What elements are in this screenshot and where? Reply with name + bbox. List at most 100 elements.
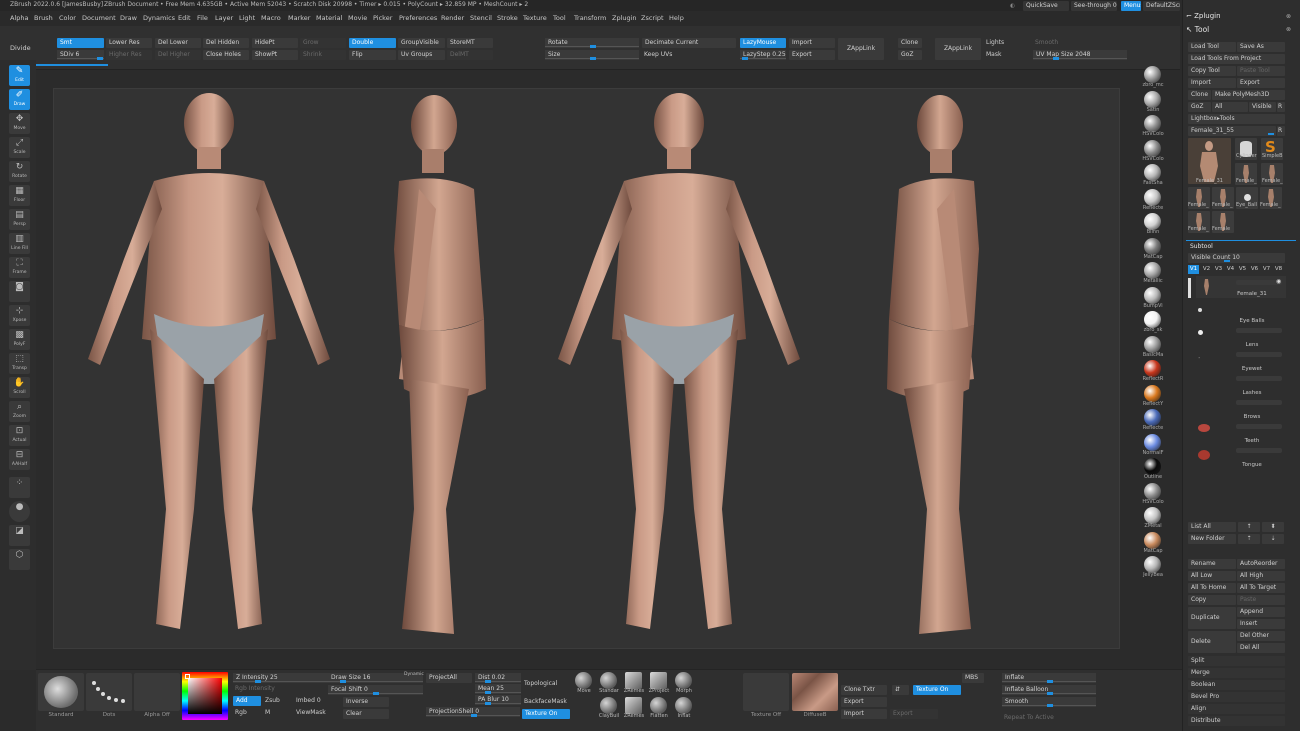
transp-tool[interactable]: ⬚ Transp: [9, 353, 30, 374]
material-basicma-icon[interactable]: [1144, 335, 1161, 353]
brush-swatch[interactable]: [38, 673, 84, 711]
all-low-button[interactable]: All Low: [1188, 571, 1236, 581]
claybuildup-brush-icon[interactable]: [600, 697, 617, 714]
inflate-balloon-knob[interactable]: [1047, 692, 1053, 695]
subtool-item-female[interactable]: ◉ Female_31: [1196, 276, 1286, 298]
material-normalf-icon[interactable]: [1144, 433, 1161, 451]
goz-r-button[interactable]: R: [1277, 102, 1285, 112]
boolean-section[interactable]: Boolean: [1188, 680, 1285, 690]
menu-edit[interactable]: Edit: [178, 14, 191, 22]
projectionshell-knob[interactable]: [471, 714, 477, 717]
version-tab-v4[interactable]: V4: [1225, 265, 1236, 274]
storemt-button[interactable]: StoreMT: [447, 38, 493, 48]
folder-down-icon[interactable]: ⇣: [1262, 534, 1284, 544]
material-bumpvi-icon[interactable]: [1144, 286, 1161, 304]
material-hsvcolo-icon[interactable]: [1144, 115, 1161, 132]
size-slider[interactable]: Size: [545, 50, 639, 60]
polyf-tool[interactable]: ▩ PolyF: [9, 329, 30, 350]
eye-icon[interactable]: ◉: [1276, 278, 1281, 285]
rgb-intensity-slider[interactable]: Rgb Intensity: [235, 684, 275, 694]
viewport-canvas[interactable]: [53, 88, 1120, 649]
pa-blur-knob[interactable]: [485, 702, 491, 705]
arrow-down-icon[interactable]: ⬍: [1262, 522, 1284, 532]
z-intensity-slider[interactable]: Z Intensity 25: [233, 673, 329, 683]
inflate-knob[interactable]: [1047, 680, 1053, 683]
bevel-pro-section[interactable]: Bevel Pro: [1188, 692, 1285, 702]
align-section[interactable]: Align: [1188, 704, 1285, 714]
menu-alpha[interactable]: Alpha: [10, 14, 28, 22]
texture-export-button[interactable]: Export: [841, 697, 887, 707]
lazymouse-toggle[interactable]: LazyMouse: [740, 38, 786, 48]
inflate-slider[interactable]: Inflate: [1002, 673, 1096, 683]
zsub-toggle[interactable]: Zsub: [265, 696, 280, 706]
quicksave-button[interactable]: QuickSave: [1023, 1, 1069, 11]
subtool-item-eyewet[interactable]: ⁃ Eyewet: [1196, 348, 1286, 381]
ghost-tool[interactable]: ◪: [9, 525, 30, 546]
menu-render[interactable]: Render: [441, 14, 464, 22]
visible-count-slider[interactable]: Visible Count 10: [1188, 253, 1285, 263]
rotate-knob[interactable]: [590, 45, 596, 48]
see-through-slider[interactable]: See-through 0: [1071, 1, 1117, 11]
version-tab-v8[interactable]: V8: [1273, 265, 1284, 274]
uv-groups-button[interactable]: Uv Groups: [398, 50, 445, 60]
subtool-item-lens[interactable]: Lens: [1196, 324, 1286, 357]
menu-dynamics[interactable]: Dynamics: [143, 14, 175, 22]
del-all-button[interactable]: Del All: [1237, 643, 1285, 653]
lazystep-knob[interactable]: [742, 57, 748, 60]
all-to-home-button[interactable]: All To Home: [1188, 583, 1236, 593]
material-matcap-icon[interactable]: [1144, 531, 1161, 549]
decimate-current-button[interactable]: Decimate Current: [642, 38, 736, 48]
rotate-slider[interactable]: Rotate: [545, 38, 639, 48]
focal-shift-knob[interactable]: [373, 692, 379, 695]
texture-flip-icon[interactable]: ⇵: [892, 685, 909, 695]
scale-tool[interactable]: ⤢ Scale: [9, 137, 30, 158]
paste-subtool-button[interactable]: Paste: [1237, 595, 1285, 605]
material-satin-icon[interactable]: [1144, 90, 1161, 108]
cube-tool[interactable]: ⬡: [9, 549, 30, 570]
smooth-slider[interactable]: Smooth: [1002, 697, 1096, 707]
frame-tool[interactable]: ⛶ Frame: [9, 257, 30, 278]
goz-visible-button[interactable]: Visible: [1249, 102, 1276, 112]
export-button[interactable]: Export: [789, 50, 835, 60]
close-holes-button[interactable]: Close Holes: [203, 50, 249, 60]
subtool-item-brows[interactable]: Brows: [1196, 396, 1286, 432]
clone-txtr-button[interactable]: Clone Txtr: [841, 685, 887, 695]
dist-slider[interactable]: Dist 0.02: [475, 673, 521, 683]
menu-preferences[interactable]: Preferences: [399, 14, 437, 22]
all-to-target-button[interactable]: All To Target: [1237, 583, 1285, 593]
material-zmetal-icon[interactable]: [1144, 507, 1161, 524]
menu-layer[interactable]: Layer: [215, 14, 233, 22]
move-tool[interactable]: ✥ Move: [9, 113, 30, 134]
version-tab-v5[interactable]: V5: [1237, 265, 1248, 274]
menu-stencil[interactable]: Stencil: [470, 14, 492, 22]
flip-button[interactable]: Flip: [349, 50, 396, 60]
smooth-knob[interactable]: [1047, 704, 1053, 707]
draw-tool[interactable]: ✐ Draw: [9, 89, 30, 110]
uv-map-size-slider[interactable]: UV Map Size 2048: [1033, 50, 1127, 60]
menu-help[interactable]: Help: [669, 14, 684, 22]
flatten-brush-icon[interactable]: [650, 697, 667, 714]
goz-button[interactable]: GoZ: [898, 50, 922, 60]
material-zbro-mc-icon[interactable]: [1144, 66, 1161, 83]
grow-button[interactable]: Grow: [300, 38, 346, 48]
dist-knob[interactable]: [485, 680, 491, 683]
menu-material[interactable]: Material: [316, 14, 342, 22]
repeat-to-active-button[interactable]: Repeat To Active: [1004, 713, 1054, 723]
zremesher2-brush-icon[interactable]: [625, 697, 642, 714]
z-intensity-knob[interactable]: [255, 680, 261, 683]
del-hidden-button[interactable]: Del Hidden: [203, 38, 249, 48]
rotate-tool[interactable]: ↻ Rotate: [9, 161, 30, 182]
alpha-swatch[interactable]: [134, 673, 180, 711]
edit-tool[interactable]: ✎ Edit: [9, 65, 30, 86]
info-icon[interactable]: ◐: [1010, 1, 1015, 11]
del-lower-button[interactable]: Del Lower: [155, 38, 201, 48]
double-toggle[interactable]: Double: [349, 38, 396, 48]
material-reflecte-icon[interactable]: [1144, 409, 1161, 426]
material-metallic-icon[interactable]: [1144, 262, 1161, 279]
subtool-item-lashes[interactable]: Lashes: [1196, 372, 1286, 405]
current-tool-slider[interactable]: Female_31_55: [1188, 126, 1276, 136]
copy-subtool-button[interactable]: Copy: [1188, 595, 1236, 605]
material-reflecte-icon[interactable]: [1144, 188, 1161, 206]
zplugin-header[interactable]: ⌐ Zplugin: [1186, 12, 1221, 20]
texture-off-swatch[interactable]: [743, 673, 789, 711]
